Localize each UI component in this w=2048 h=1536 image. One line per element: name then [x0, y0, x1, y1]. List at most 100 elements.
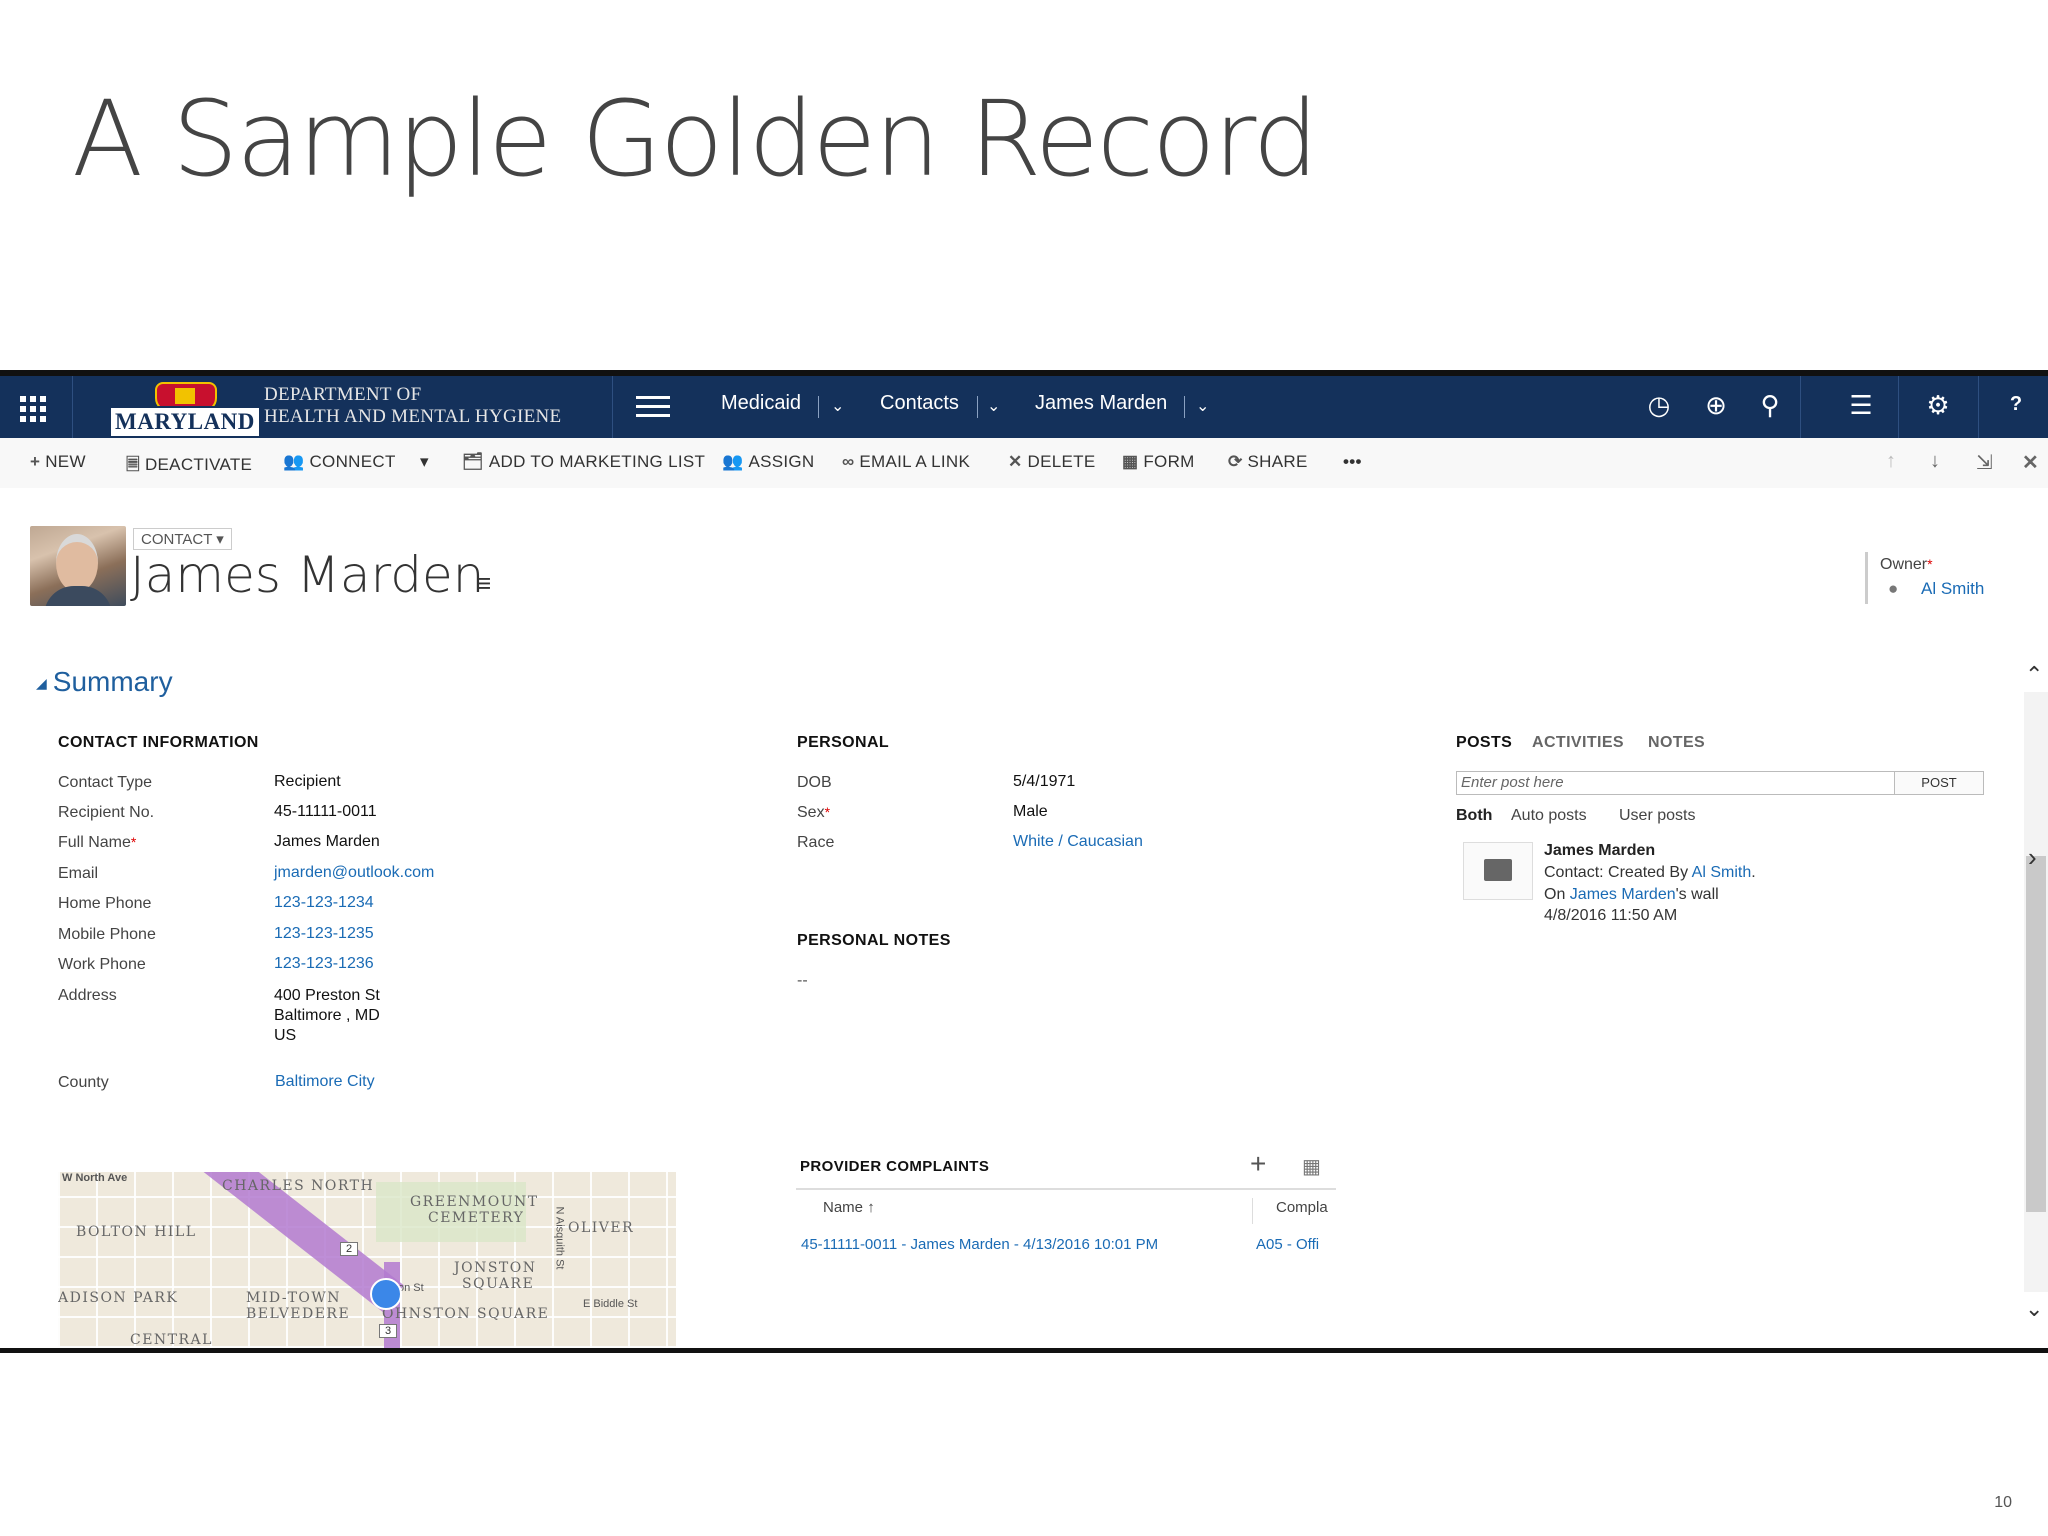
search-icon[interactable]: ⚲ [1754, 390, 1786, 421]
post-user-link[interactable]: Al Smith [1692, 864, 1752, 881]
link-icon: ∞ [842, 452, 855, 471]
map-area-label: CEMETERY [428, 1210, 525, 1226]
summary-section-toggle[interactable]: ◢ Summary [36, 666, 173, 698]
summary-label: Summary [52, 666, 173, 697]
chevron-down-icon[interactable]: ⌄ [987, 396, 1000, 416]
race-link[interactable]: White / Caucasian [1013, 833, 1143, 851]
filter-user-posts[interactable]: User posts [1619, 807, 1695, 825]
home-phone-link[interactable]: 123-123-1234 [274, 894, 374, 912]
arrow-up-icon[interactable]: ↑ [1886, 450, 1896, 473]
map-street-label: N Aisquith St [553, 1206, 566, 1270]
add-to-marketing-list-label: ADD TO MARKETING LIST [488, 452, 706, 471]
post-wall-link[interactable]: James Marden [1570, 886, 1676, 903]
tab-posts[interactable]: POSTS [1456, 734, 1512, 752]
grid-view-icon[interactable]: ▦ [1302, 1154, 1321, 1179]
deactivate-button[interactable]: 🗏 DEACTIVATE [126, 452, 252, 481]
slide-page-number: 10 [1994, 1494, 2012, 1511]
create-plus-icon[interactable]: ⊕ [1700, 390, 1732, 421]
command-bar: + NEW 🗏 DEACTIVATE 👥 CONNECT ▾ 🗂 ADD TO MARK… [0, 438, 2048, 488]
breadcrumb-contacts[interactable]: Contacts [880, 392, 959, 415]
app-launcher-icon[interactable] [20, 396, 46, 422]
full-name-label: Full Name [58, 834, 131, 851]
sex-label: Sex [797, 804, 825, 821]
form-selector-icon[interactable]: ≡ [476, 568, 491, 599]
share-button[interactable]: ⟳ SHARE [1228, 452, 1308, 472]
dob-value[interactable]: 5/4/1971 [1013, 773, 1075, 791]
full-name-value[interactable]: James Marden [274, 833, 380, 851]
close-icon[interactable]: ✕ [2022, 450, 2039, 475]
map-area-label: CENTRAL [130, 1332, 213, 1348]
connect-label: CONNECT [309, 452, 396, 471]
tab-activities[interactable]: ACTIVITIES [1532, 734, 1624, 752]
name-column-header[interactable]: Name ↑ [823, 1199, 875, 1216]
marketing-list-icon: 🗂 [462, 452, 484, 471]
filter-auto-posts[interactable]: Auto posts [1511, 807, 1587, 825]
post-input[interactable]: Enter post here [1456, 771, 1902, 795]
collapse-triangle-icon: ◢ [36, 675, 47, 692]
field-label: Mobile Phone [58, 926, 156, 943]
connect-button[interactable]: 👥 CONNECT [283, 452, 396, 472]
filter-both[interactable]: Both [1456, 807, 1492, 825]
post-text: 's wall [1675, 886, 1719, 903]
map-location-pin-icon[interactable] [370, 1278, 402, 1310]
complaint-row-link[interactable]: 45-11111-0011 - James Marden - 4/13/2016… [801, 1236, 1158, 1253]
work-phone-link[interactable]: 123-123-1236 [274, 955, 374, 973]
add-plus-icon[interactable]: + [1250, 1148, 1266, 1180]
expand-icon[interactable]: ⇲ [1976, 450, 1993, 475]
add-to-marketing-list-button[interactable]: 🗂 ADD TO MARKETING LIST [462, 452, 705, 472]
scroll-up-icon[interactable]: ⌃ [2025, 662, 2043, 688]
advanced-find-icon[interactable]: ☰ [1845, 390, 1877, 421]
hamburger-menu-icon[interactable] [636, 396, 670, 423]
field-label: DOB [797, 774, 832, 791]
column-divider [1252, 1198, 1253, 1224]
connect-dropdown-icon[interactable]: ▾ [420, 452, 429, 472]
crumb-divider [1184, 396, 1185, 418]
required-marker: * [1927, 556, 1933, 572]
email-link[interactable]: jmarden@outlook.com [274, 864, 434, 882]
share-label: SHARE [1247, 452, 1308, 471]
address-map[interactable]: W North Ave CHARLES NORTH GREENMOUNT CEM… [58, 1172, 676, 1348]
mobile-phone-link[interactable]: 123-123-1235 [274, 925, 374, 943]
form-button[interactable]: ▦ FORM [1122, 452, 1195, 472]
breadcrumb-record[interactable]: James Marden [1035, 392, 1167, 415]
owner-link[interactable]: Al Smith [1921, 579, 1984, 599]
breadcrumb-medicaid[interactable]: Medicaid [721, 392, 801, 415]
gear-icon[interactable]: ⚙ [1922, 390, 1954, 421]
arrow-down-icon[interactable]: ↓ [1930, 450, 1940, 473]
post-text: Contact: Created By [1544, 864, 1692, 881]
email-a-link-button[interactable]: ∞ EMAIL A LINK [842, 452, 970, 472]
address-value[interactable]: 400 Preston St Baltimore , MD US [274, 986, 380, 1046]
logo-dept-line1: DEPARTMENT OF [264, 384, 422, 405]
tab-notes[interactable]: NOTES [1648, 734, 1705, 752]
sex-value[interactable]: Male [1013, 803, 1048, 821]
complaint-column-header[interactable]: Compla [1276, 1199, 1328, 1216]
personal-heading: PERSONAL [797, 734, 890, 751]
complaint-type-link[interactable]: A05 - Offi [1256, 1236, 1319, 1253]
chevron-down-icon[interactable]: ⌄ [831, 396, 844, 416]
recent-clock-icon[interactable]: ◷ [1643, 390, 1675, 421]
crumb-divider [977, 396, 978, 418]
recipient-no-value[interactable]: 45-11111-0011 [274, 803, 377, 821]
personal-notes-value[interactable]: -- [797, 972, 808, 990]
scrollbar-thumb[interactable] [2026, 856, 2046, 1212]
nav-divider [1800, 376, 1801, 438]
chevron-down-icon[interactable]: ⌄ [1196, 396, 1209, 416]
new-button[interactable]: + NEW [30, 452, 86, 472]
scroll-down-icon[interactable]: ⌄ [2025, 1296, 2043, 1322]
address-line: Baltimore , MD [274, 1007, 380, 1024]
help-icon[interactable]: ? [2000, 393, 2032, 416]
post-button[interactable]: POST [1894, 771, 1984, 795]
field-label: Work Phone [58, 956, 146, 973]
owner-label: Owner* [1880, 556, 1933, 574]
form-label: FORM [1143, 452, 1195, 471]
map-route-shield: 2 [340, 1242, 359, 1256]
assign-button[interactable]: 👥 ASSIGN [722, 452, 815, 472]
chevron-right-icon[interactable]: › [2028, 842, 2037, 873]
field-label: Full Name* [58, 834, 136, 852]
contact-type-value[interactable]: Recipient [274, 773, 341, 791]
delete-button[interactable]: ✕ DELETE [1008, 452, 1095, 472]
more-commands-icon[interactable]: ••• [1343, 452, 1362, 472]
logo-department: DEPARTMENT OF HEALTH AND MENTAL HYGIENE [264, 384, 561, 428]
owner-divider [1865, 552, 1868, 604]
county-link[interactable]: Baltimore City [275, 1073, 375, 1091]
